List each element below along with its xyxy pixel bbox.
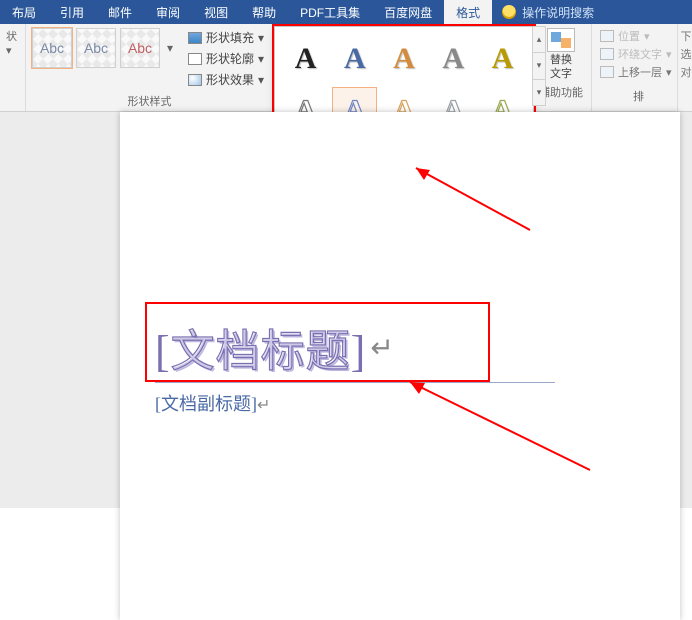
tell-me-search[interactable]: 操作说明搜索 (492, 0, 604, 24)
shape-style-preset-3[interactable]: Abc (120, 28, 160, 68)
tab-mailings[interactable]: 邮件 (96, 0, 144, 24)
wordart-style-0-4[interactable]: A (480, 35, 525, 83)
shape-effects-button[interactable]: 形状效果 ▾ (186, 70, 266, 89)
title-underline (155, 382, 555, 383)
arrange-group-label: 排 (633, 86, 644, 104)
tab-review[interactable]: 审阅 (144, 0, 192, 24)
shape-style-preset-1[interactable]: Abc (32, 28, 72, 68)
tab-references[interactable]: 引用 (48, 0, 96, 24)
position-icon (600, 30, 614, 42)
wordart-style-0-1[interactable]: A (332, 35, 377, 83)
wordart-style-0-3[interactable]: A (431, 35, 476, 83)
tab-view[interactable]: 视图 (192, 0, 240, 24)
tell-me-label: 操作说明搜索 (522, 4, 594, 21)
wordart-style-0-2[interactable]: A (381, 35, 426, 83)
wordart-style-0-0[interactable]: A (283, 35, 328, 83)
document-subtitle[interactable]: [文档副标题]↵ (155, 390, 270, 416)
ribbon: 状 ▾ Abc Abc Abc ▾ 形状填充 ▾ 形状轮廓 ▾ 形状效果 ▾ 形… (0, 24, 692, 112)
alt-text-icon (547, 28, 575, 52)
group-arrange-right-partial: 下 选 对 (678, 24, 692, 111)
lightbulb-icon (502, 5, 516, 19)
group-wordart-styles: AAAAAAAAAAAAAAA ⁞⁚ ▴ ▾ ▾ (274, 24, 531, 111)
ribbon-tabs: 布局 引用 邮件 审阅 视图 帮助 PDF工具集 百度网盘 格式 操作说明搜索 (0, 0, 692, 24)
tab-layout[interactable]: 布局 (0, 0, 48, 24)
wrap-icon (600, 48, 614, 60)
shape-style-more-button[interactable]: ▾ (164, 28, 176, 68)
tab-pdf-tools[interactable]: PDF工具集 (288, 0, 372, 24)
gallery-scroll-up[interactable]: ▴ (533, 27, 545, 53)
shape-styles-group-label: 形状样式 (32, 91, 267, 109)
position-button[interactable]: 位置 ▾ (600, 28, 672, 44)
wordart-gallery-scroll: ▴ ▾ ▾ (532, 26, 546, 106)
pen-icon (188, 53, 202, 65)
bring-forward-button[interactable]: 上移一层 ▾ (600, 64, 672, 80)
tab-help[interactable]: 帮助 (240, 0, 288, 24)
group-arrange: 位置 ▾ 环绕文字 ▾ 上移一层 ▾ 排 (592, 24, 678, 111)
document-area: [文档标题] ↵ [文档副标题]↵ (0, 112, 692, 508)
gallery-more-button[interactable]: ▾ (533, 80, 545, 105)
tab-baidu-netdisk[interactable]: 百度网盘 (372, 0, 444, 24)
chevron-down-icon: ▾ (167, 41, 173, 55)
shape-style-preset-2[interactable]: Abc (76, 28, 116, 68)
bring-forward-icon (600, 66, 614, 78)
tab-format[interactable]: 格式 (444, 0, 492, 24)
effects-icon (188, 74, 202, 86)
document-page[interactable]: [文档标题] ↵ [文档副标题]↵ (120, 112, 680, 620)
alt-text-button[interactable]: 替换 文字 (547, 28, 575, 80)
gallery-scroll-down[interactable]: ▾ (533, 53, 545, 79)
group-insert-shapes-partial: 状 ▾ (0, 24, 26, 111)
document-title[interactable]: [文档标题] ↵ (155, 312, 477, 382)
shape-outline-button[interactable]: 形状轮廓 ▾ (186, 49, 266, 68)
shape-fill-button[interactable]: 形状填充 ▾ (186, 28, 266, 47)
paint-bucket-icon (188, 32, 202, 44)
group-shape-styles: Abc Abc Abc ▾ 形状填充 ▾ 形状轮廓 ▾ 形状效果 ▾ 形状样式 (26, 24, 274, 111)
wrap-text-button[interactable]: 环绕文字 ▾ (600, 46, 672, 62)
paragraph-mark-icon: ↵ (370, 331, 393, 364)
